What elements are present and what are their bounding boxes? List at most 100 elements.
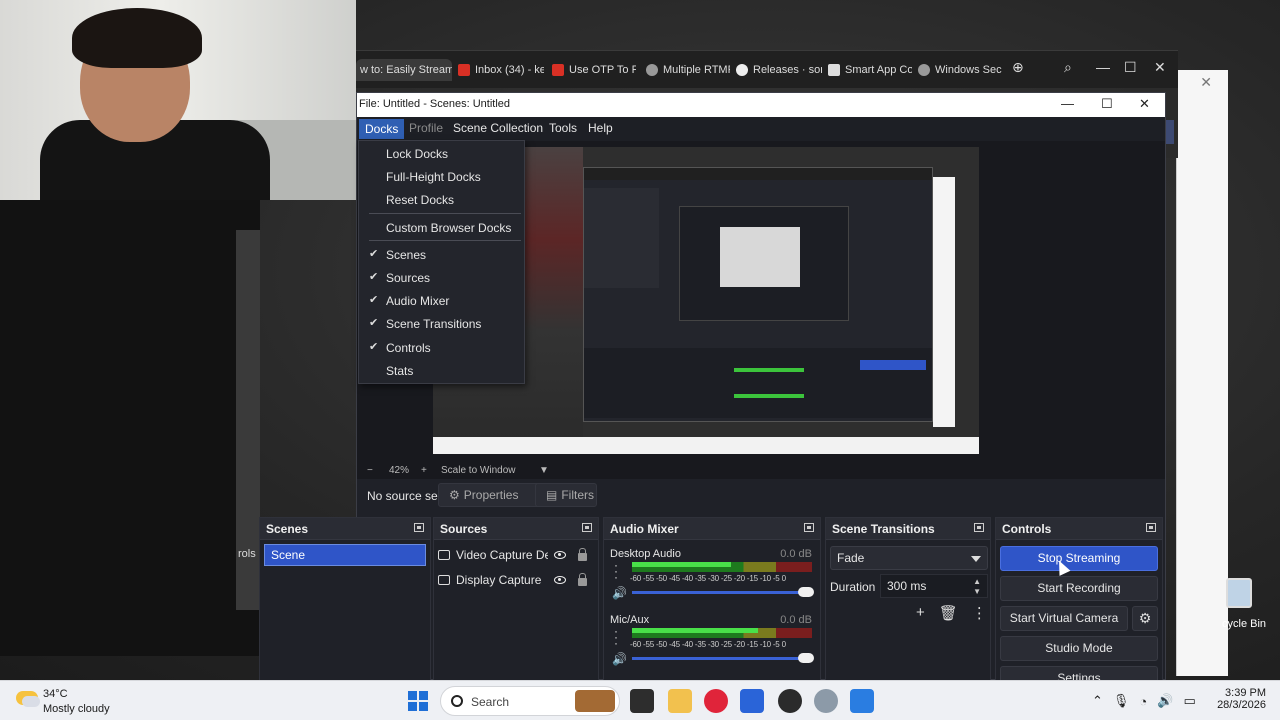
sources-title: Sources	[440, 522, 488, 536]
zoom-in-button[interactable]: +	[421, 465, 427, 476]
battery-icon[interactable]: ▭	[1183, 693, 1195, 709]
weather-desc: Mostly cloudy	[43, 703, 110, 715]
checkmark-icon: ✔	[369, 271, 379, 283]
minimize-icon[interactable]: —	[1061, 96, 1074, 111]
system-tray: ⌃ 🎙 ◔ 🔊 ▭	[1092, 689, 1212, 713]
chevron-down-icon[interactable]: ▼	[539, 465, 549, 476]
volume-slider[interactable]	[632, 653, 814, 663]
browser-tab[interactable]: Windows Secu	[918, 59, 1002, 81]
recycle-bin-shortcut[interactable]: cycle Bin	[1222, 574, 1280, 634]
defender-shield-icon[interactable]	[850, 689, 874, 713]
popout-icon[interactable]	[1146, 523, 1156, 532]
menu-help[interactable]: Help	[588, 121, 613, 135]
app-icon	[828, 64, 840, 76]
preview-browser-edge	[933, 177, 955, 427]
start-recording-button[interactable]: Start Recording	[1000, 576, 1158, 601]
chevron-down-icon[interactable]: ▼	[973, 587, 981, 596]
task-view-icon[interactable]	[630, 689, 654, 713]
opera-icon[interactable]	[704, 689, 728, 713]
source-row[interactable]: Video Capture Dev	[438, 544, 598, 566]
stop-streaming-button[interactable]: Stop Streaming	[1000, 546, 1158, 571]
more-options-icon[interactable]: ⋮	[972, 604, 987, 622]
scenes-dock: Scenes Scene	[259, 517, 431, 681]
duration-input[interactable]: 300 ms ▲ ▼	[880, 574, 988, 598]
virtual-camera-settings-gear-icon[interactable]: ⚙	[1132, 606, 1158, 631]
chevron-up-icon[interactable]: ▲	[973, 577, 981, 586]
menu-item-stats[interactable]: Stats	[359, 360, 524, 382]
file-explorer-icon[interactable]	[668, 689, 692, 713]
browser-tab[interactable]: Inbox (34) - ke	[458, 59, 544, 81]
windows-start-icon[interactable]	[408, 691, 428, 711]
visibility-eye-icon[interactable]	[554, 551, 566, 559]
nested-docks-menu	[584, 188, 659, 288]
menu-item-custom-browser-docks[interactable]: Custom Browser Docks	[359, 217, 524, 239]
clock[interactable]: 3:39 PM 28/3/2026	[1214, 687, 1266, 711]
menu-item-audio-mixer[interactable]: ✔ Audio Mixer	[359, 290, 524, 312]
browser-tab[interactable]: Releases · soray	[736, 59, 822, 81]
menu-item-label: Sources	[386, 271, 431, 285]
speaker-icon[interactable]: 🔊	[612, 652, 627, 666]
close-icon[interactable]: ✕	[1200, 74, 1212, 91]
new-tab-icon[interactable]: ⊕	[1012, 59, 1024, 76]
source-row[interactable]: Display Capture	[438, 569, 598, 591]
microphone-icon[interactable]: 🎙	[1113, 693, 1130, 709]
menu-item-lock-docks[interactable]: Lock Docks	[359, 143, 524, 165]
scale-mode[interactable]: Scale to Window	[441, 465, 515, 476]
app-icon[interactable]	[740, 689, 764, 713]
browser-tab[interactable]: Smart App Co	[828, 59, 912, 81]
slider-handle[interactable]	[798, 653, 814, 663]
obs-icon[interactable]	[778, 689, 802, 713]
obs-title-bar: File: Untitled - Scenes: Untitled — ☐ ✕	[357, 93, 1165, 117]
settings-gear-icon[interactable]	[814, 689, 838, 713]
browser-tab[interactable]: w to: Easily Stream to	[356, 59, 452, 81]
volume-slider[interactable]	[632, 587, 814, 597]
weather-widget[interactable]: 34°C Mostly cloudy	[14, 687, 134, 717]
browser-tab[interactable]: Use OTP To Pro	[552, 59, 636, 81]
lock-icon[interactable]	[578, 573, 587, 586]
taskbar-search[interactable]: Search	[440, 686, 620, 716]
menu-item-reset-docks[interactable]: Reset Docks	[359, 189, 524, 211]
menu-item-scenes[interactable]: ✔ Scenes	[359, 244, 524, 266]
lock-icon[interactable]	[578, 548, 587, 561]
menu-item-sources[interactable]: ✔ Sources	[359, 267, 524, 289]
minimize-icon[interactable]: —	[1096, 59, 1110, 75]
start-virtual-camera-button[interactable]: Start Virtual Camera	[1000, 606, 1128, 631]
visibility-eye-icon[interactable]	[554, 576, 566, 584]
popout-icon[interactable]	[414, 523, 424, 532]
filters-label: Filters	[561, 488, 595, 502]
zoom-out-button[interactable]: −	[367, 465, 373, 476]
add-icon[interactable]: +	[916, 604, 925, 622]
audio-mixer-title: Audio Mixer	[610, 522, 679, 536]
checkmark-icon: ✔	[369, 341, 379, 353]
more-options-icon[interactable]: · · ·	[614, 559, 618, 583]
filters-button[interactable]: ▤ Filters	[535, 483, 597, 507]
browser-tab[interactable]: Multiple RTMP	[646, 59, 730, 81]
slider-handle[interactable]	[798, 587, 814, 597]
menu-scene-collection[interactable]: Scene Collection	[453, 121, 543, 135]
close-icon[interactable]: ✕	[1154, 59, 1166, 76]
search-icon[interactable]: ⌕	[1064, 59, 1072, 76]
popout-icon[interactable]	[974, 523, 984, 532]
maximize-icon[interactable]: ☐	[1101, 96, 1113, 112]
nested-tab-bar	[584, 168, 932, 180]
trash-icon[interactable]: 🗑	[939, 604, 958, 622]
menu-docks[interactable]: Docks	[359, 119, 405, 139]
speaker-icon[interactable]: 🔊	[612, 586, 627, 600]
maximize-icon[interactable]: ☐	[1124, 59, 1137, 76]
menu-item-scene-transitions[interactable]: ✔ Scene Transitions	[359, 313, 524, 335]
popout-icon[interactable]	[582, 523, 592, 532]
menu-item-controls[interactable]: ✔ Controls	[359, 337, 524, 359]
wifi-icon[interactable]: ◔	[1139, 694, 1147, 709]
volume-icon[interactable]: 🔊	[1157, 693, 1173, 709]
transition-select[interactable]: Fade	[830, 546, 988, 570]
volume-meter	[632, 628, 812, 638]
studio-mode-button[interactable]: Studio Mode	[1000, 636, 1158, 661]
chevron-up-icon[interactable]: ⌃	[1092, 693, 1103, 709]
scene-item[interactable]: Scene	[264, 544, 426, 566]
more-options-icon[interactable]: · · ·	[614, 625, 618, 649]
close-icon[interactable]: ✕	[1139, 96, 1150, 112]
popout-icon[interactable]	[804, 523, 814, 532]
menu-profile[interactable]: Profile	[409, 121, 443, 135]
menu-tools[interactable]: Tools	[549, 121, 577, 135]
menu-item-full-height-docks[interactable]: Full-Height Docks	[359, 166, 524, 188]
